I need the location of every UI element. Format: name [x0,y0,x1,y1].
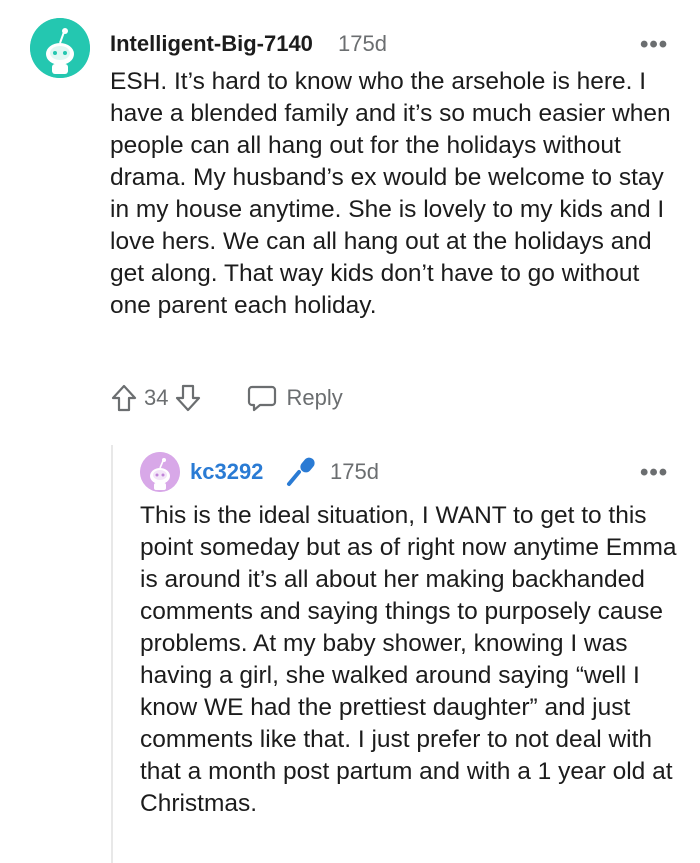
reply-avatar[interactable] [140,452,180,492]
snoo-avatar-icon [30,18,90,78]
comment-actions: 34 Reply [110,380,343,416]
snoo-avatar-icon [140,452,180,492]
thread-line[interactable] [111,445,113,863]
more-options-icon[interactable]: ••• [640,33,668,57]
comment-body: ESH. It’s hard to know who the arsehole … [110,68,671,319]
more-options-icon[interactable]: ••• [640,461,668,485]
reply-username[interactable]: kc3292 [190,458,263,486]
reply-label: Reply [286,385,343,410]
reply-age: 175d [330,459,379,484]
comment-username[interactable]: Intelligent-Big-7140 [110,30,313,58]
upvote-icon[interactable] [110,383,138,413]
reply-body: This is the ideal situation, I WANT to g… [140,502,677,817]
avatar[interactable] [30,18,90,78]
downvote-icon[interactable] [174,383,202,413]
reply-button[interactable]: Reply [246,384,343,412]
comment-age: 175d [338,31,387,56]
reply-icon [246,384,278,412]
microphone-icon [284,454,320,493]
vote-count: 34 [144,385,169,410]
